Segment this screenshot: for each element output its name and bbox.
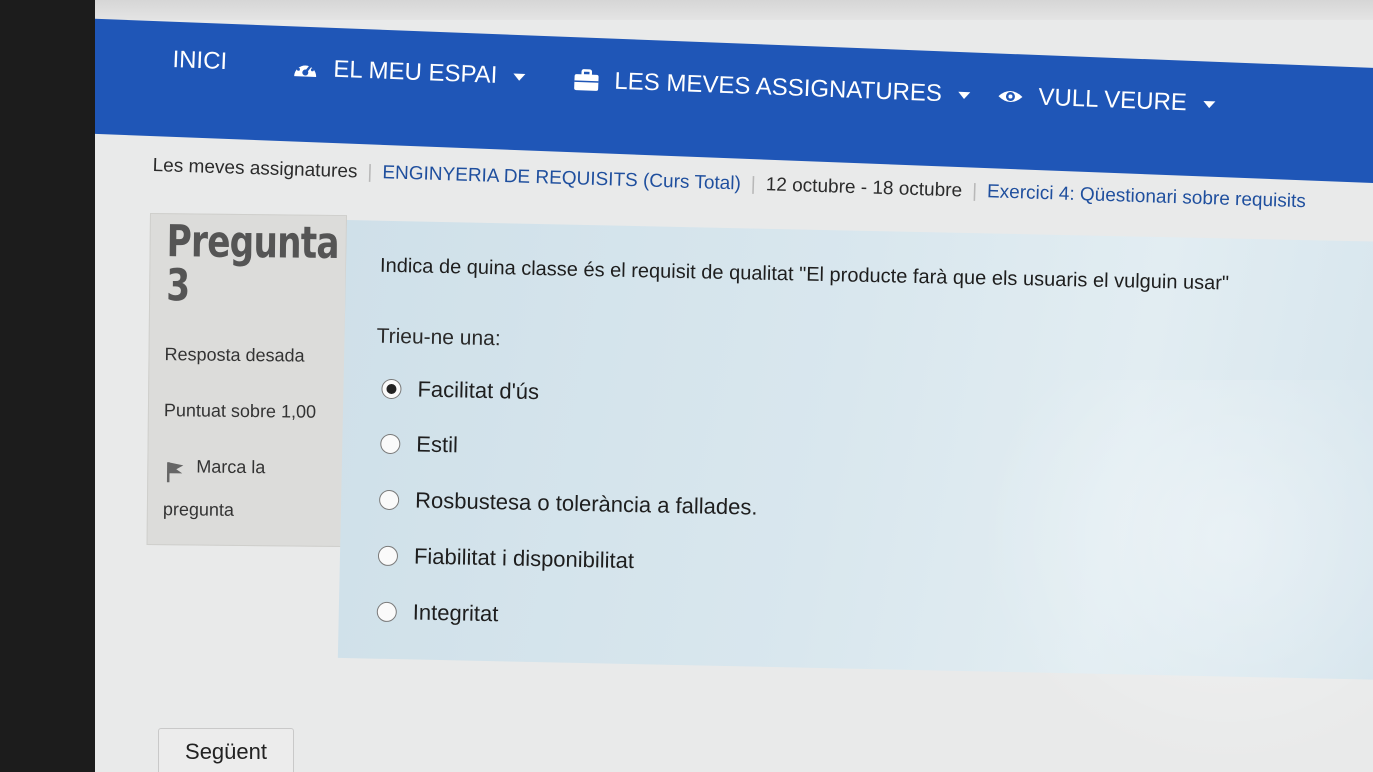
question-label: Pregunta: [166, 216, 340, 269]
answer-option[interactable]: Integritat: [376, 599, 499, 628]
nav-home[interactable]: INICI: [172, 46, 228, 76]
question-content: Indica de quina classe és el requisit de…: [337, 220, 1373, 681]
dashboard-icon: [294, 62, 317, 77]
question-info-panel: Pregunta 3 Resposta desada Puntuat sobre…: [146, 213, 347, 548]
breadcrumb-item[interactable]: Exercici 4: Qüestionari sobre requisits: [987, 181, 1306, 213]
answer-option-label: Fiabilitat i disponibilitat: [413, 543, 635, 574]
question-text: Indica de quina classe és el requisit de…: [379, 254, 1230, 295]
chevron-down-icon: [1202, 100, 1215, 108]
question-number: 3: [165, 260, 190, 312]
chevron-down-icon: [513, 73, 526, 81]
answer-option[interactable]: Estil: [380, 431, 458, 459]
question-status: Resposta desada: [164, 344, 305, 366]
breadcrumb-item[interactable]: ENGINYERIA DE REQUISITS (Curs Total): [382, 162, 741, 195]
breadcrumb-separator: |: [367, 161, 373, 183]
briefcase-icon: [574, 69, 599, 91]
breadcrumb-item[interactable]: Les meves assignatures: [152, 155, 357, 183]
nav-home-label: INICI: [171, 46, 228, 76]
next-button[interactable]: Següent: [158, 728, 294, 772]
radio-button-selected[interactable]: [381, 378, 402, 400]
breadcrumb-separator: |: [971, 180, 978, 202]
answer-option-label: Rosbustesa o tolerància a fallades.: [414, 487, 758, 520]
answer-option-label: Estil: [416, 431, 459, 458]
flag-question-link-continued[interactable]: pregunta: [163, 499, 234, 521]
nav-want-to-see-label: VULL VEURE: [1037, 83, 1188, 117]
answer-option[interactable]: Fiabilitat i disponibilitat: [377, 543, 635, 574]
eye-icon: [998, 91, 1023, 103]
radio-button[interactable]: [380, 433, 401, 455]
radio-button[interactable]: [378, 489, 400, 511]
answer-option[interactable]: Rosbustesa o tolerància a fallades.: [378, 487, 758, 521]
chevron-down-icon: [957, 91, 970, 99]
radio-button[interactable]: [376, 601, 398, 623]
question-grade: Puntuat sobre 1,00: [163, 400, 317, 422]
screen-bezel: [95, 0, 1373, 20]
radio-button[interactable]: [377, 545, 399, 567]
answer-option-label: Facilitat d'ús: [417, 376, 540, 405]
flag-question-link[interactable]: Marca la: [196, 456, 265, 478]
answer-option[interactable]: Facilitat d'ús: [381, 376, 539, 405]
flag-icon[interactable]: [164, 459, 186, 483]
breadcrumb-item[interactable]: 12 octubre - 18 octubre: [765, 174, 962, 202]
screen: INICI EL MEU ESPAI LES MEVES ASSIGNATURE…: [95, 0, 1373, 772]
breadcrumb-separator: |: [750, 173, 757, 195]
answer-option-label: Integritat: [412, 599, 499, 627]
choose-one-label: Trieu-ne una:: [376, 324, 501, 351]
